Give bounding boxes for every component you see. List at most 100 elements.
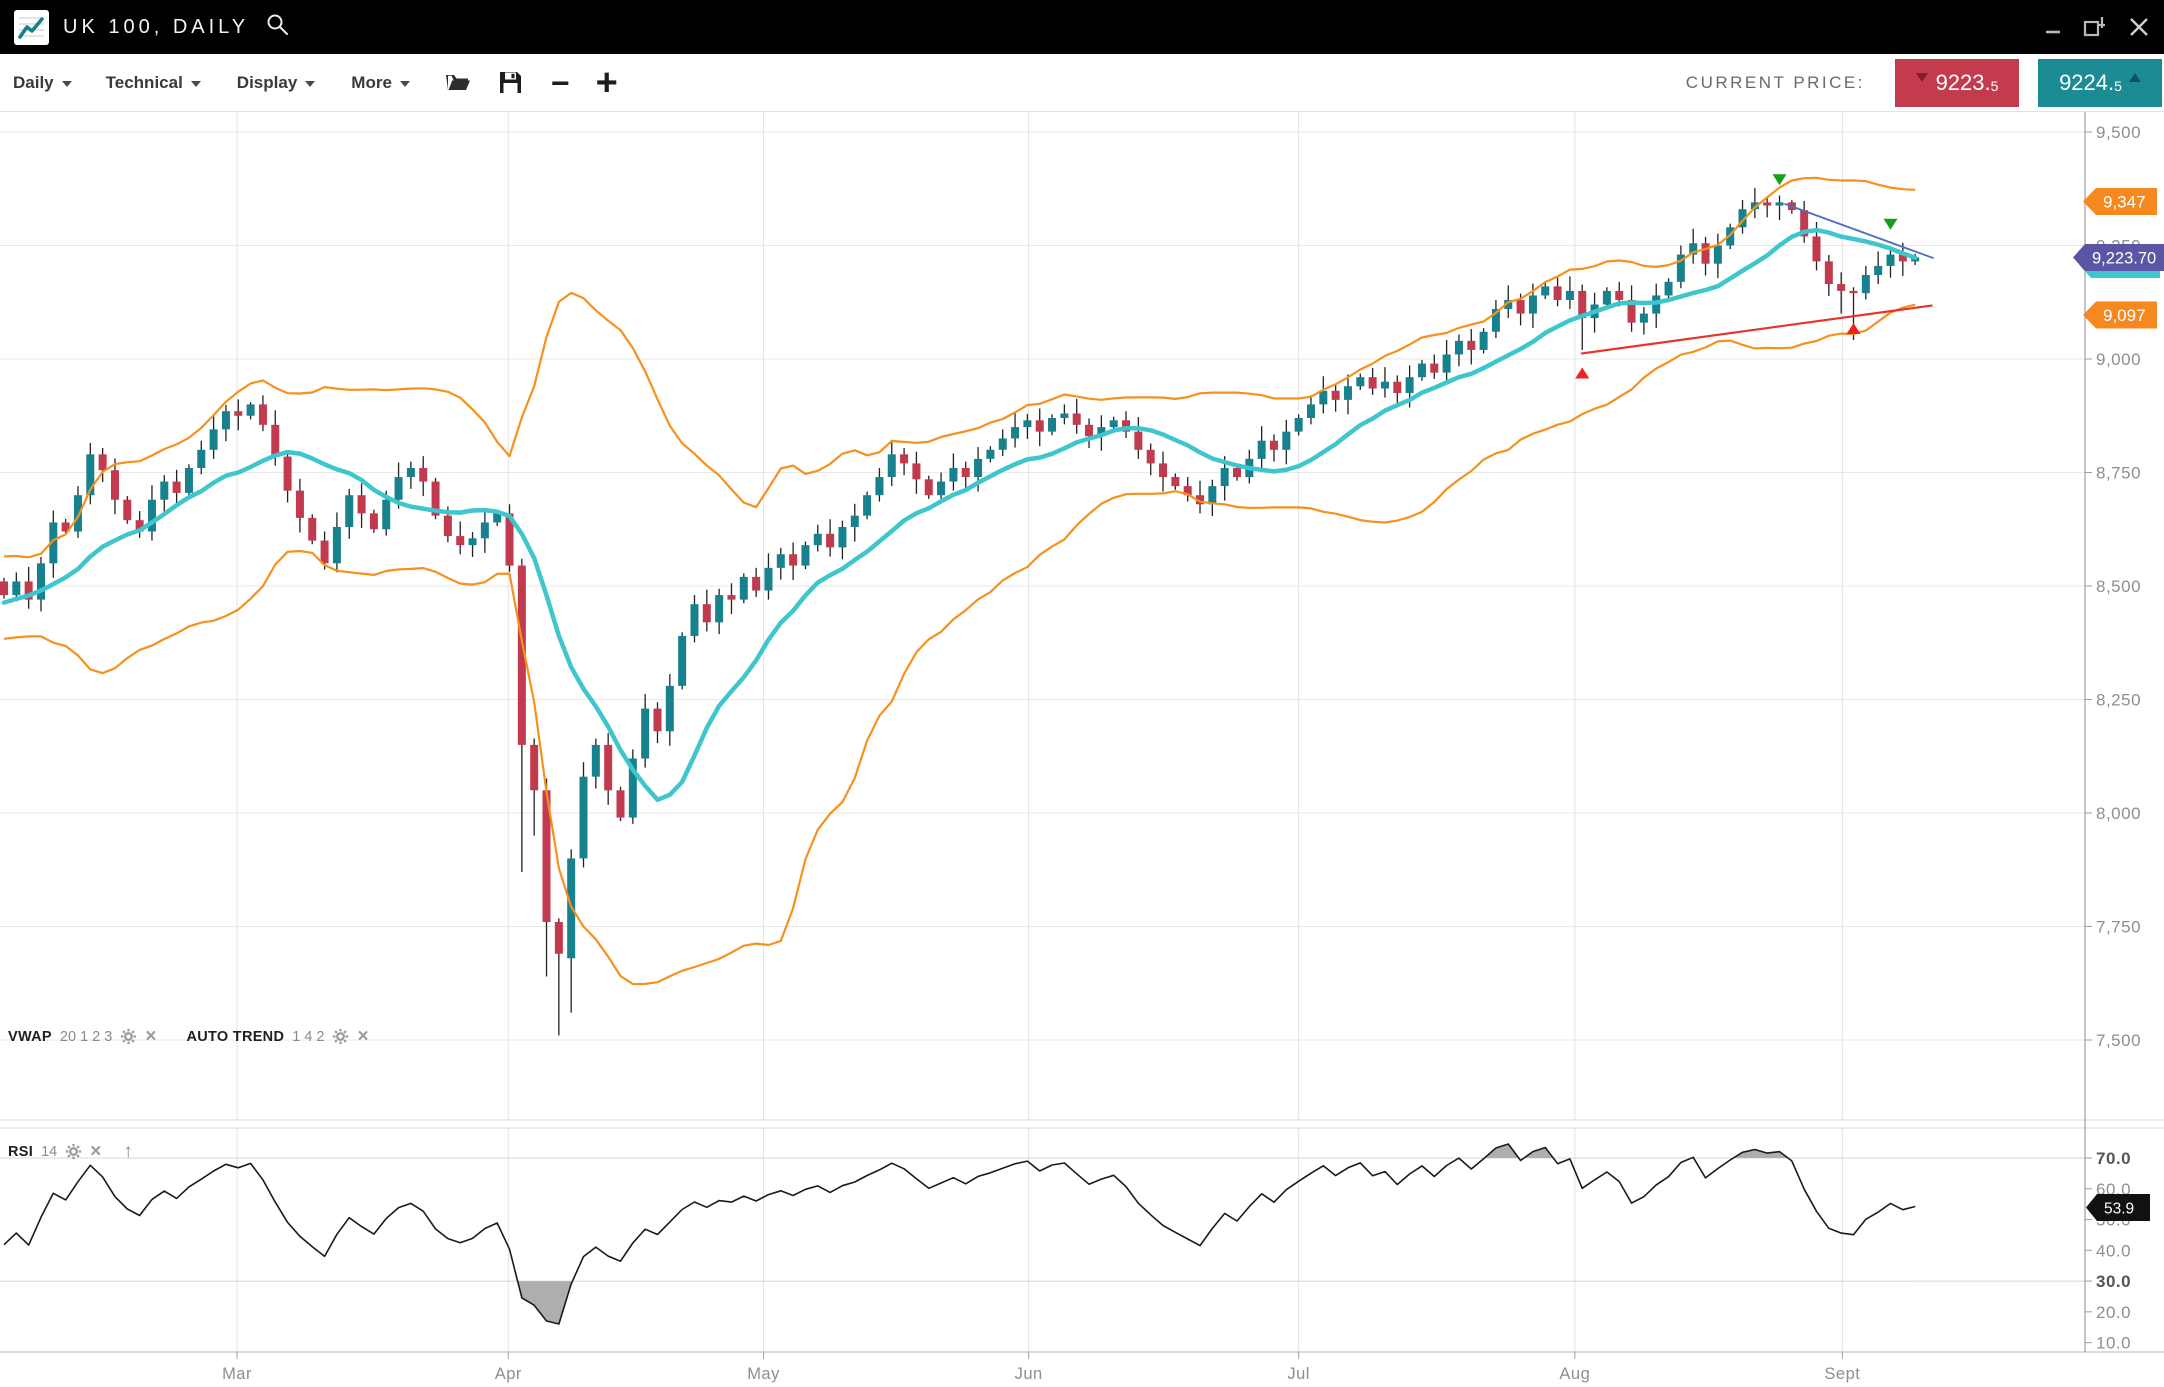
candle-up: [1221, 468, 1229, 486]
chevron-down-icon: [305, 81, 315, 87]
candle-down: [653, 709, 661, 732]
candle-up: [1319, 391, 1327, 405]
open-folder-icon[interactable]: [444, 71, 472, 95]
candle-down: [826, 534, 834, 548]
chevron-down-icon: [191, 81, 201, 87]
rsi-overbought-fill: [4, 1144, 1915, 1324]
candlesticks: [0, 188, 1919, 1036]
candle-down: [1763, 202, 1771, 205]
chevron-down-icon: [62, 81, 72, 87]
candle-down: [1171, 477, 1179, 486]
close-button[interactable]: [2128, 16, 2150, 38]
candle-down: [1517, 300, 1525, 314]
svg-text:7,750: 7,750: [2096, 918, 2141, 937]
price-chart-canvas[interactable]: 9,5009,2509,0008,7508,5008,2508,0007,750…: [0, 0, 2164, 1387]
svg-text:9,500: 9,500: [2096, 123, 2141, 142]
candle-up: [1603, 291, 1611, 305]
candle-up: [1011, 427, 1019, 438]
candle-up: [888, 454, 896, 477]
candle-up: [1455, 341, 1463, 355]
candle-up: [801, 545, 809, 565]
candle-up: [580, 777, 588, 859]
svg-text:7,500: 7,500: [2096, 1031, 2141, 1050]
candle-down: [259, 404, 267, 424]
more-menu-label: More: [351, 73, 392, 93]
svg-text:9,097: 9,097: [2103, 306, 2146, 325]
candle-up: [666, 686, 674, 731]
candle-up: [395, 477, 403, 500]
candle-up: [1356, 377, 1364, 386]
candle-up: [210, 429, 218, 449]
gear-icon[interactable]: [65, 1143, 82, 1160]
remove-indicator-icon[interactable]: ×: [357, 1027, 368, 1046]
candle-up: [481, 522, 489, 538]
candle-up: [851, 516, 859, 527]
candle-up: [1862, 275, 1870, 293]
candle-down: [358, 495, 366, 513]
candle-down: [1147, 450, 1155, 464]
candle-down: [419, 468, 427, 482]
candle-up: [1060, 413, 1068, 418]
candle-down: [284, 457, 292, 491]
buy-price-button[interactable]: 9224. 5: [2038, 59, 2162, 107]
candle-up: [949, 468, 957, 482]
svg-text:20.0: 20.0: [2096, 1303, 2131, 1322]
overlay-indicator-row: VWAP 20 1 2 3 × AUTO TREND 1 4 2 ×: [8, 1027, 369, 1046]
search-icon[interactable]: [265, 12, 291, 43]
auto-trend-indicator-label: AUTO TREND: [186, 1029, 284, 1045]
technical-menu[interactable]: Technical: [106, 73, 201, 93]
candle-up: [247, 404, 255, 415]
zoom-out-button[interactable]: −: [551, 67, 570, 99]
move-pane-up-icon[interactable]: ↑: [123, 1142, 133, 1161]
sell-price-button[interactable]: 9223. 5: [1895, 59, 2019, 107]
minimize-button[interactable]: [2044, 17, 2062, 37]
svg-text:Aug: Aug: [1559, 1365, 1590, 1383]
svg-text:10.0: 10.0: [2096, 1334, 2131, 1353]
candle-down: [1369, 377, 1377, 388]
gear-icon[interactable]: [332, 1028, 349, 1045]
svg-text:40.0: 40.0: [2096, 1241, 2131, 1260]
window-controls: [2044, 15, 2150, 39]
candle-up: [1640, 314, 1648, 323]
candle-up: [1344, 386, 1352, 400]
candle-up: [37, 563, 45, 599]
zoom-in-button[interactable]: +: [596, 64, 618, 102]
candle-down: [123, 500, 131, 520]
remove-indicator-icon[interactable]: ×: [145, 1027, 156, 1046]
candle-down: [752, 577, 760, 591]
remove-indicator-icon[interactable]: ×: [90, 1142, 101, 1161]
svg-text:Sept: Sept: [1824, 1365, 1860, 1383]
candle-up: [690, 604, 698, 636]
candle-up: [222, 411, 230, 429]
save-icon[interactable]: [498, 70, 523, 95]
candle-down: [925, 479, 933, 495]
candle-up: [345, 495, 353, 527]
candle-up: [1529, 295, 1537, 313]
candle-up: [185, 468, 193, 493]
svg-text:53.9: 53.9: [2104, 1201, 2134, 1218]
sell-price-decimal: 5: [1991, 78, 1999, 94]
candle-up: [764, 568, 772, 591]
candle-down: [1332, 391, 1340, 400]
candle-up: [1776, 202, 1784, 205]
candle-up: [641, 709, 649, 759]
svg-text:8,750: 8,750: [2096, 464, 2141, 483]
candle-down: [321, 541, 329, 564]
gear-icon[interactable]: [120, 1028, 137, 1045]
auto-trend-indicator-params: 1 4 2: [292, 1029, 324, 1045]
more-menu[interactable]: More: [351, 73, 410, 93]
candle-up: [740, 577, 748, 600]
candle-up: [863, 495, 871, 515]
timeframe-menu[interactable]: Daily: [13, 73, 72, 93]
candle-up: [875, 477, 883, 495]
candle-down: [1615, 291, 1623, 300]
popout-button[interactable]: [2082, 15, 2108, 39]
candle-down: [1430, 364, 1438, 373]
svg-text:Jul: Jul: [1287, 1365, 1310, 1383]
candle-up: [1023, 420, 1031, 427]
display-menu[interactable]: Display: [237, 73, 315, 93]
candle-down: [900, 454, 908, 463]
candle-down: [1393, 382, 1401, 393]
candle-up: [1048, 418, 1056, 432]
candle-down: [1233, 468, 1241, 477]
